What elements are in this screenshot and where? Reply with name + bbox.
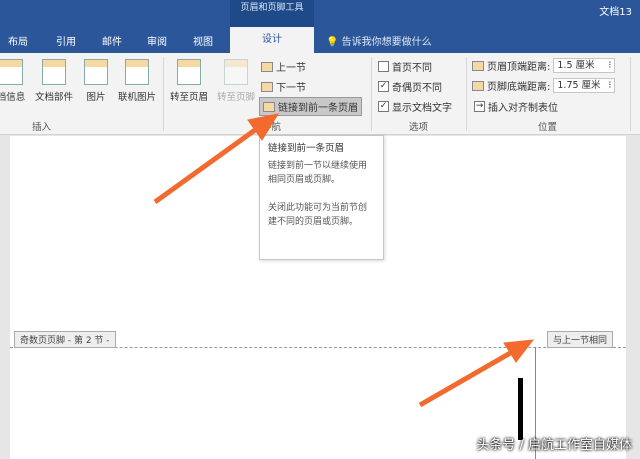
annotation-arrows	[153, 113, 535, 408]
arrow-icon	[153, 113, 280, 205]
arrow-icon	[418, 339, 535, 408]
watermark: 头条号 / 启航工作室自媒体	[476, 438, 632, 453]
